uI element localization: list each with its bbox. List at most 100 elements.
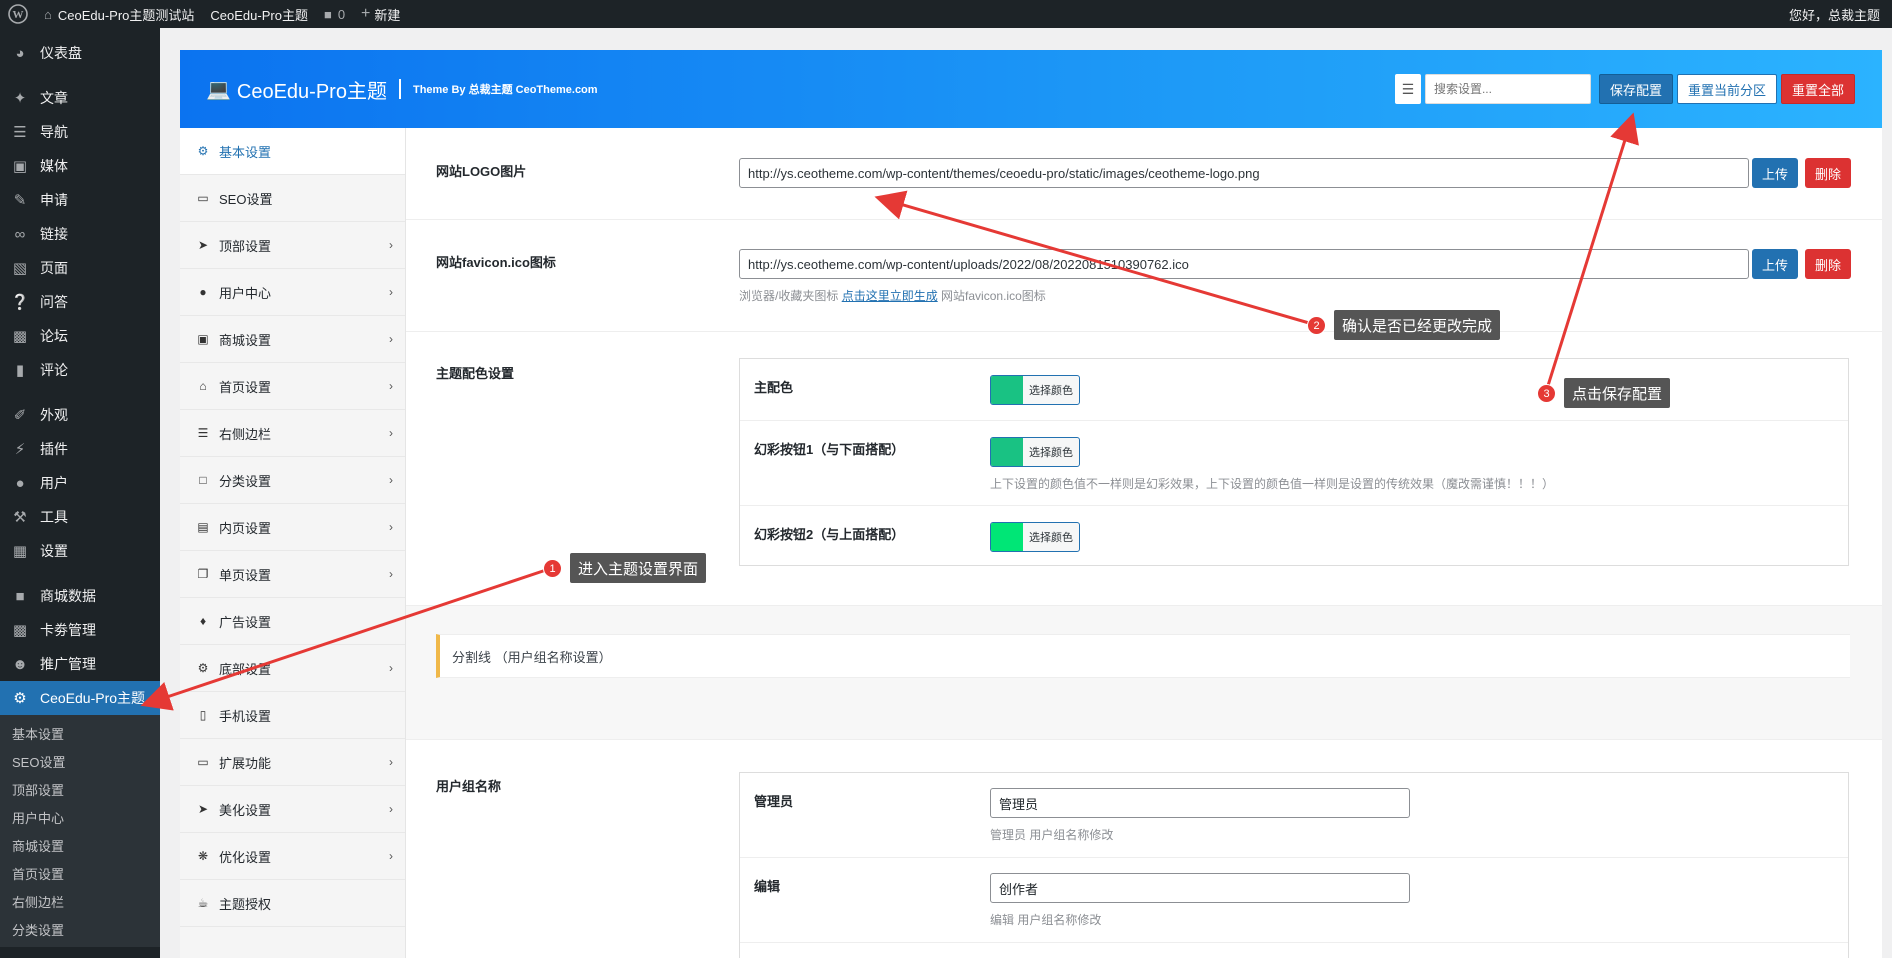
menu-item-pages[interactable]: ▧ 页面 — [0, 251, 160, 285]
nav-home[interactable]: ⌂ 首页设置 › — [180, 363, 405, 410]
nav-seo[interactable]: ▭ SEO设置 — [180, 175, 405, 222]
submenu-category[interactable]: 分类设置 — [0, 915, 160, 943]
site-name-label: CeoEdu-Pro主题测试站 — [57, 7, 195, 23]
save-config-button[interactable]: 保存配置 — [1598, 74, 1673, 104]
nav-mobile[interactable]: ▯ 手机设置 — [180, 692, 405, 739]
site-name-link[interactable]: ⌂ CeoEdu-Pro主题测试站 — [36, 0, 202, 28]
favicon-description: 浏览器/收藏夹图标 点击这里立即生成 网站favicon.ico图标 — [739, 287, 1046, 304]
generate-favicon-link[interactable]: 点击这里立即生成 — [842, 289, 938, 303]
menu-label: 页面 — [40, 260, 68, 276]
chevron-right-icon: › — [389, 802, 393, 816]
menu-item-nav[interactable]: ☰ 导航 — [0, 115, 160, 149]
field-label: 用户组名称 — [436, 779, 502, 794]
menu-item-media[interactable]: ▣ 媒体 — [0, 149, 160, 183]
admin-name-input[interactable]: 管理员 — [990, 788, 1410, 818]
btn2-color-picker[interactable]: 选择颜色 — [990, 522, 1080, 552]
menu-item-tools[interactable]: ⚒ 工具 — [0, 500, 160, 534]
menu-item-promotion[interactable]: ☻ 推广管理 — [0, 647, 160, 681]
menu-label: 插件 — [40, 441, 68, 457]
submenu-top[interactable]: 顶部设置 — [0, 775, 160, 803]
home-icon: ⌂ — [44, 6, 52, 22]
submenu-store[interactable]: 商城设置 — [0, 831, 160, 859]
reset-section-button[interactable]: 重置当前分区 — [1676, 74, 1777, 104]
submenu-user[interactable]: 用户中心 — [0, 803, 160, 831]
menu-label: 卡劵管理 — [40, 622, 96, 638]
pin-icon: ✦ — [13, 90, 27, 107]
row-label: 编辑 — [754, 879, 781, 894]
menu-item-appearance[interactable]: ✐ 外观 — [0, 398, 160, 432]
nav-license[interactable]: ☕ 主题授权 — [180, 880, 405, 927]
menu-item-settings[interactable]: ▦ 设置 — [0, 534, 160, 568]
menu-item-store-data[interactable]: ■ 商城数据 — [0, 579, 160, 613]
nav-sidebar[interactable]: ☰ 右侧边栏 › — [180, 410, 405, 457]
color-row-btn2: 幻彩按钮2（与上面搭配） 选择颜色 — [740, 506, 1848, 567]
nav-label: 顶部设置 — [219, 238, 272, 254]
nav-beautify[interactable]: ➤ 美化设置 › — [180, 786, 405, 833]
btn1-color-picker[interactable]: 选择颜色 — [990, 437, 1080, 467]
new-content-link[interactable]: + 新建 — [353, 0, 408, 28]
menu-item-forum[interactable]: ▩ 论坛 — [0, 319, 160, 353]
nav-label: 优化设置 — [219, 849, 272, 865]
menu-item-users[interactable]: ● 用户 — [0, 466, 160, 500]
logo-url-input[interactable]: http://ys.ceotheme.com/wp-content/themes… — [739, 158, 1749, 188]
nav-store[interactable]: ▣ 商城设置 › — [180, 316, 405, 363]
menu-item-posts[interactable]: ✦ 文章 — [0, 81, 160, 115]
chevron-right-icon: › — [389, 379, 393, 393]
favicon-delete-button[interactable]: 删除 — [1805, 249, 1852, 279]
nav-user[interactable]: ● 用户中心 › — [180, 269, 405, 316]
laptop-icon: 💻 — [206, 78, 231, 101]
nav-inner[interactable]: ▤ 内页设置 › — [180, 504, 405, 551]
brand-divider — [398, 79, 401, 99]
header-tools: ☰ 保存配置 重置当前分区 重置全部 — [1394, 74, 1855, 104]
nav-ads[interactable]: ♦ 广告设置 — [180, 598, 405, 645]
main-color-picker[interactable]: 选择颜色 — [990, 375, 1080, 405]
nav-basic[interactable]: ⚙ 基本设置 — [180, 128, 405, 175]
logo-upload-button[interactable]: 上传 — [1752, 158, 1799, 188]
editor-name-input[interactable]: 创作者 — [990, 873, 1410, 903]
menu-item-qa[interactable]: ❔ 问答 — [0, 285, 160, 319]
expand-toggle-icon[interactable]: ☰ — [1394, 74, 1421, 104]
nav-category[interactable]: □ 分类设置 › — [180, 457, 405, 504]
menu-item-dashboard[interactable]: ◕ 仪表盘 — [0, 36, 160, 70]
nav-optimize[interactable]: ❋ 优化设置 › — [180, 833, 405, 880]
group-row-admin: 管理员 管理员 管理员 用户组名称修改 — [740, 773, 1848, 858]
comments-link[interactable]: ■ 0 — [316, 0, 353, 28]
menu-item-cards[interactable]: ▩ 卡劵管理 — [0, 613, 160, 647]
nav-top[interactable]: ➤ 顶部设置 › — [180, 222, 405, 269]
submenu-home[interactable]: 首页设置 — [0, 859, 160, 887]
menu-item-plugins[interactable]: ⚡ 插件 — [0, 432, 160, 466]
submenu-basic[interactable]: 基本设置 — [0, 719, 160, 747]
favicon-upload-button[interactable]: 上传 — [1752, 249, 1799, 279]
pick-color-label: 选择颜色 — [1029, 532, 1073, 544]
submenu-seo[interactable]: SEO设置 — [0, 747, 160, 775]
nav-single[interactable]: ❐ 单页设置 › — [180, 551, 405, 598]
menu-item-ceoedu-theme[interactable]: ⚙ CeoEdu-Pro主题 — [0, 681, 160, 715]
panel-header: 💻 CeoEdu-Pro主题 Theme By 总裁主题 CeoTheme.co… — [180, 50, 1882, 128]
group-row-author: 作者 作者 — [740, 943, 1848, 958]
desc-text: 网站favicon.ico图标 — [941, 289, 1046, 303]
field-logo: 网站LOGO图片 http://ys.ceotheme.com/wp-conte… — [406, 128, 1882, 220]
chevron-right-icon: › — [389, 285, 393, 299]
theme-link[interactable]: CeoEdu-Pro主题 — [202, 0, 316, 28]
user-greeting[interactable]: 您好，总裁主题 — [1781, 0, 1892, 28]
settings-search-input[interactable] — [1424, 74, 1591, 104]
menu-item-apply[interactable]: ✎ 申请 — [0, 183, 160, 217]
favicon-url-input[interactable]: http://ys.ceotheme.com/wp-content/upload… — [739, 249, 1749, 279]
nav-label: 底部设置 — [219, 661, 272, 677]
submenu-sidebar[interactable]: 右侧边栏 — [0, 887, 160, 915]
nav-footer[interactable]: ⚙ 底部设置 › — [180, 645, 405, 692]
menu-label: 媒体 — [40, 158, 68, 174]
chevron-right-icon: › — [389, 238, 393, 252]
reset-all-button[interactable]: 重置全部 — [1780, 74, 1855, 104]
menu-item-comments[interactable]: ▮ 评论 — [0, 353, 160, 387]
wrench-icon: ⚒ — [13, 509, 27, 526]
menu-item-links[interactable]: ∞ 链接 — [0, 217, 160, 251]
current-arrow — [152, 690, 160, 706]
wordpress-logo-icon[interactable]: W — [0, 0, 36, 28]
menu-label: 文章 — [40, 90, 68, 106]
logo-delete-button[interactable]: 删除 — [1805, 158, 1852, 188]
menu-label: 链接 — [40, 226, 68, 242]
nav-label: 扩展功能 — [219, 755, 272, 771]
nav-extend[interactable]: ▭ 扩展功能 › — [180, 739, 405, 786]
user-icon: ● — [199, 285, 207, 299]
